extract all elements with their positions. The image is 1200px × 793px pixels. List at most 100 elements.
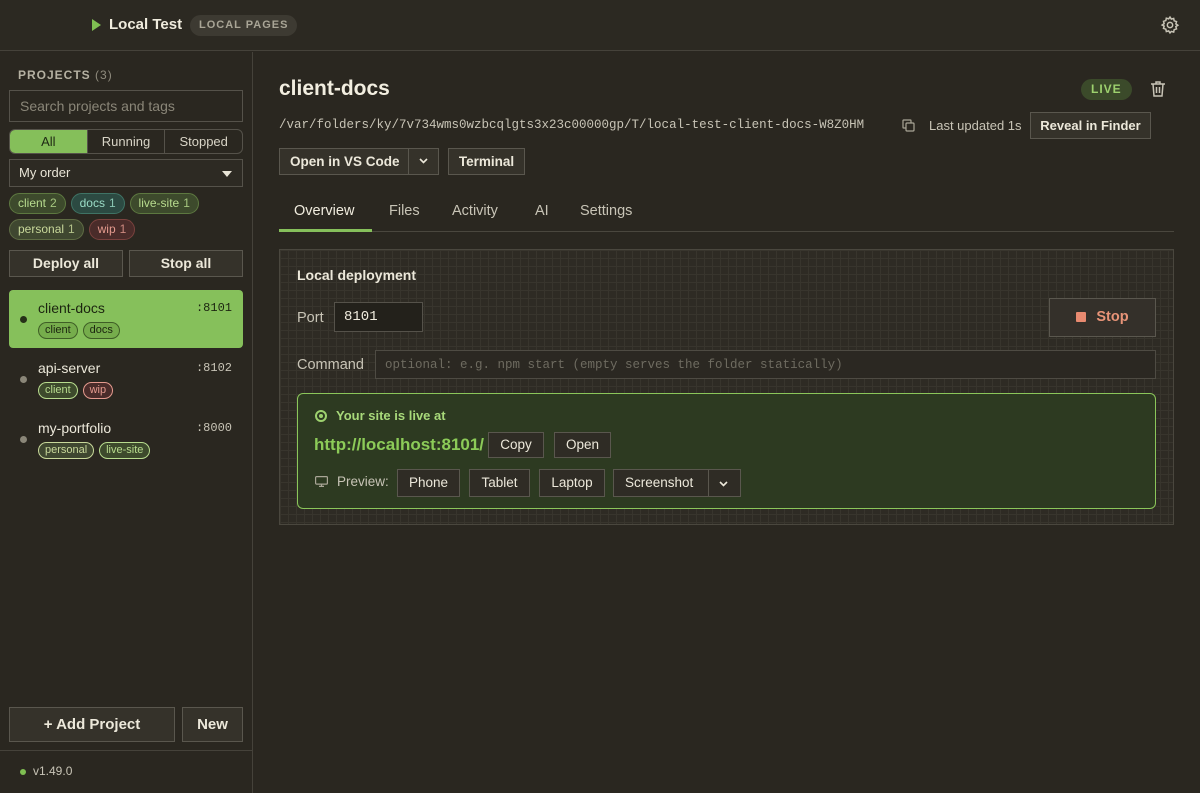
app-title: Local Test	[109, 16, 183, 33]
tag-filter-live-site[interactable]: live-site 1	[129, 193, 199, 214]
top-bar: Local Test LOCAL PAGES	[0, 0, 1200, 51]
tab-settings[interactable]: Settings	[580, 203, 632, 219]
tab-activity[interactable]: Activity	[452, 203, 498, 219]
project-tag: personal	[38, 442, 95, 459]
tag-count: 1	[119, 222, 127, 236]
project-item-client-docs[interactable]: client-docs :8101 client docs	[9, 290, 243, 348]
reveal-in-finder-button[interactable]: Reveal in Finder	[1030, 112, 1151, 139]
command-label: Command	[297, 357, 364, 373]
preview-label: Preview:	[337, 474, 389, 489]
tag-filter-wip[interactable]: wip 1	[88, 219, 136, 240]
status-dot	[20, 376, 27, 383]
project-tag: wip	[82, 382, 114, 399]
tab-overview[interactable]: Overview	[294, 203, 354, 219]
stop-button[interactable]: Stop	[1049, 298, 1156, 337]
deployment-title: Local deployment	[297, 267, 417, 283]
screenshot-button[interactable]: Screenshot	[613, 469, 741, 497]
status-dot	[20, 436, 27, 443]
tag-filter-personal[interactable]: personal 1	[9, 219, 84, 240]
project-port: :8102	[195, 361, 232, 375]
order-select[interactable]: My order	[9, 159, 243, 187]
stop-icon	[1076, 312, 1087, 322]
project-path: /var/folders/ky/7v734wms0wzbcqlgts3x23c0…	[279, 118, 865, 132]
project-item-api-server[interactable]: api-server :8102 client wip	[9, 350, 243, 408]
tag-count: 1	[183, 196, 190, 210]
order-select-value: My order	[19, 165, 71, 180]
project-tag: docs	[82, 322, 120, 339]
chevron-down-icon[interactable]	[718, 478, 729, 489]
live-url-link[interactable]: http://localhost:8101/	[314, 435, 484, 455]
open-url-button[interactable]: Open	[554, 432, 611, 458]
project-tag: live-site	[99, 442, 151, 459]
preview-tablet-button[interactable]: Tablet	[469, 469, 530, 497]
status-filter: All Running Stopped	[9, 129, 243, 154]
command-input[interactable]	[375, 350, 1156, 379]
deployment-card: Local deployment Port Stop Command Your …	[279, 249, 1174, 525]
open-in-vscode-label: Open in VS Code	[290, 154, 400, 169]
tag-filter-docs[interactable]: docs 1	[70, 193, 125, 214]
tag-name: live-site	[138, 196, 180, 210]
screenshot-label: Screenshot	[625, 475, 694, 490]
chevron-down-icon[interactable]	[418, 155, 429, 166]
monitor-icon	[315, 476, 328, 487]
tab-bar: Overview Files Activity AI Settings	[279, 195, 1174, 232]
projects-header: PROJECTS (3)	[18, 68, 113, 82]
live-indicator-icon	[315, 410, 327, 422]
status-badge: LIVE	[1081, 79, 1132, 100]
last-updated: Last updated 1s	[929, 118, 1022, 133]
project-tag: client	[38, 382, 78, 399]
add-project-button[interactable]: + Add Project	[9, 707, 175, 742]
project-tag: client	[38, 322, 78, 339]
preview-phone-button[interactable]: Phone	[397, 469, 460, 497]
tag-filter-list: client 2 docs 1 live-site 1 personal 1 wip 1	[9, 193, 249, 245]
sidebar-footer: v1.49.0	[0, 750, 253, 793]
filter-stopped[interactable]: Stopped	[165, 130, 242, 153]
filter-all[interactable]: All	[10, 130, 88, 153]
tag-filter-client[interactable]: client 2	[9, 193, 66, 214]
live-status-box: Your site is live at http://localhost:81…	[297, 393, 1156, 509]
live-heading: Your site is live at	[336, 408, 446, 423]
play-icon	[92, 19, 101, 31]
preview-laptop-button[interactable]: Laptop	[539, 469, 605, 497]
version-label: v1.49.0	[33, 764, 73, 778]
stop-label: Stop	[1096, 309, 1129, 325]
stop-all-button[interactable]: Stop all	[129, 250, 243, 277]
project-port: :8000	[195, 421, 232, 435]
gear-icon[interactable]	[1160, 15, 1180, 35]
status-dot	[20, 769, 26, 775]
sidebar: PROJECTS (3) All Running Stopped My orde…	[0, 52, 253, 793]
trash-icon[interactable]	[1150, 80, 1166, 98]
tag-count: 1	[68, 222, 75, 236]
caret-down-icon	[222, 171, 232, 177]
tag-name: wip	[97, 222, 116, 236]
projects-count: (3)	[95, 68, 113, 82]
copy-icon[interactable]	[902, 119, 915, 132]
filter-running[interactable]: Running	[88, 130, 166, 153]
port-label: Port	[297, 310, 324, 326]
project-name: my-portfolio	[38, 420, 112, 436]
tag-count: 1	[108, 196, 116, 210]
app-badge: LOCAL PAGES	[190, 15, 298, 36]
project-item-my-portfolio[interactable]: my-portfolio :8000 personal live-site	[9, 410, 243, 468]
project-port: :8101	[195, 301, 232, 315]
status-dot	[20, 316, 27, 323]
projects-header-label: PROJECTS	[18, 68, 91, 82]
copy-url-button[interactable]: Copy	[488, 432, 544, 458]
tag-name: docs	[79, 196, 105, 210]
tag-name: client	[18, 196, 47, 210]
project-name: client-docs	[38, 300, 105, 316]
port-input[interactable]	[334, 302, 423, 332]
tag-name: personal	[18, 222, 65, 236]
deploy-all-button[interactable]: Deploy all	[9, 250, 123, 277]
main-panel: client-docs LIVE /var/folders/ky/7v734wm…	[254, 52, 1200, 793]
open-in-vscode-button[interactable]: Open in VS Code	[279, 148, 439, 175]
new-project-button[interactable]: New	[182, 707, 243, 742]
search-input[interactable]	[9, 90, 243, 122]
terminal-button[interactable]: Terminal	[448, 148, 525, 175]
page-title: client-docs	[279, 77, 390, 100]
active-tab-indicator	[279, 229, 372, 232]
tab-files[interactable]: Files	[389, 203, 420, 219]
tag-count: 2	[50, 196, 57, 210]
tab-ai[interactable]: AI	[535, 203, 549, 219]
project-name: api-server	[38, 360, 101, 376]
